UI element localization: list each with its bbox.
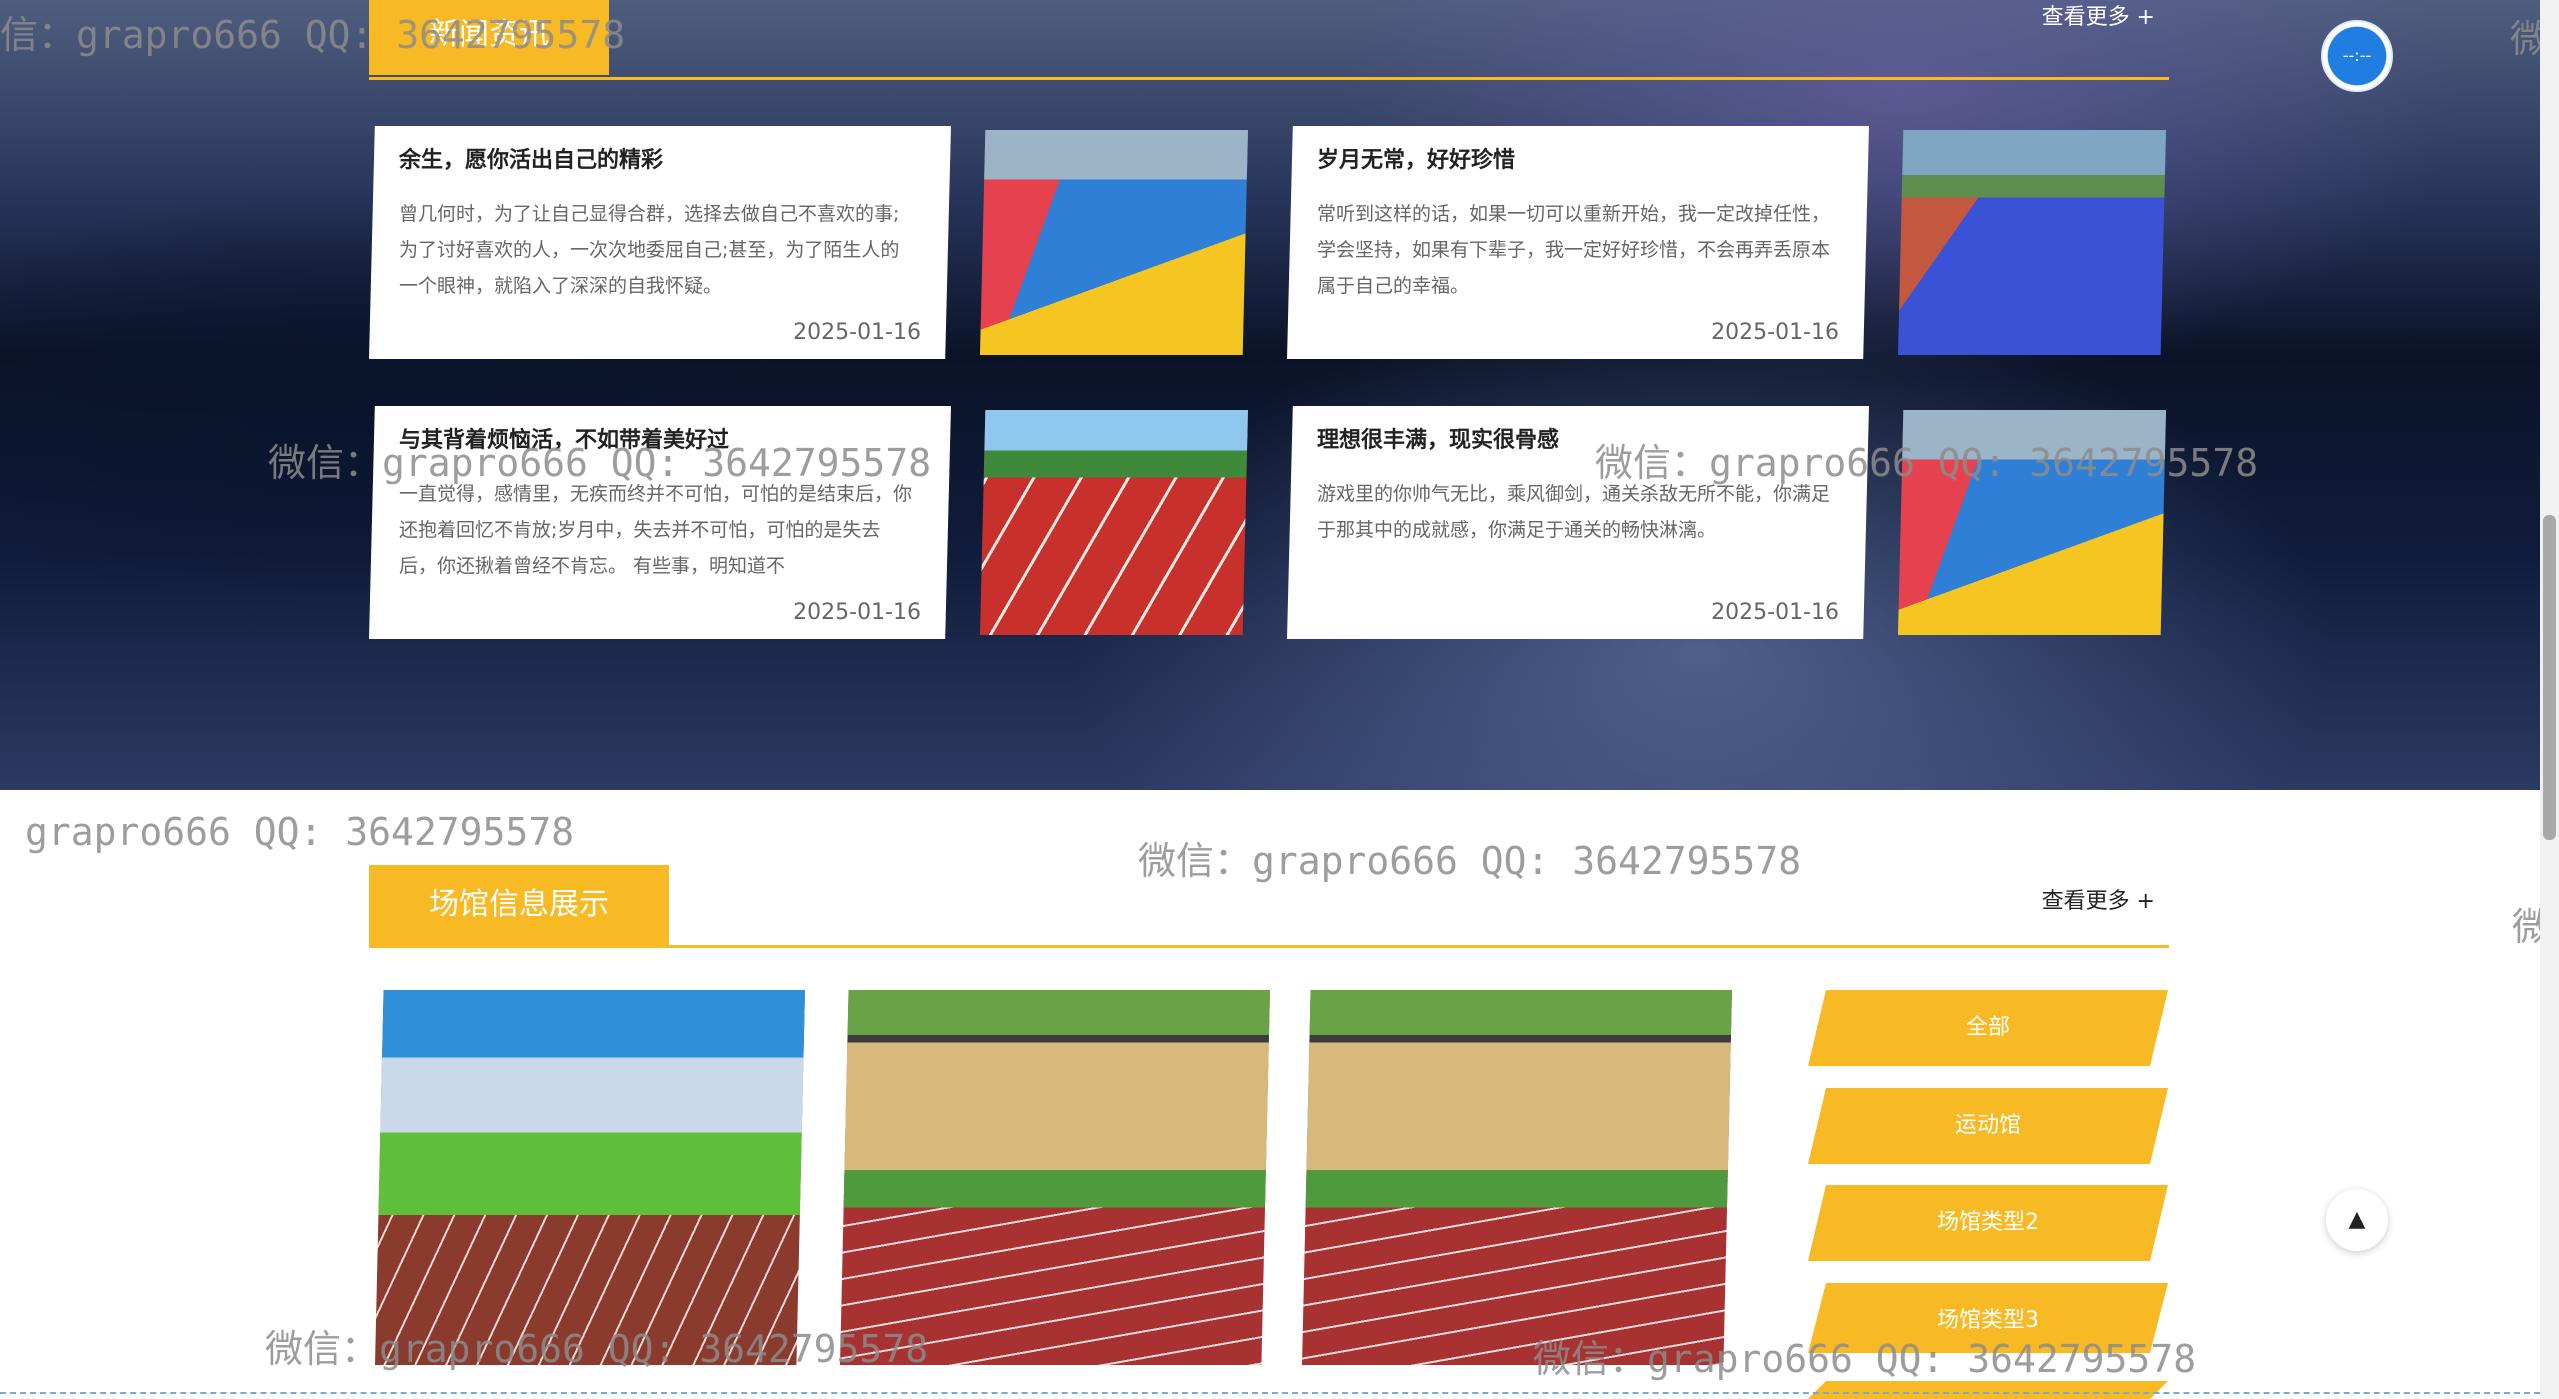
arrow-up-icon: ▲ — [2348, 1207, 2366, 1232]
news-thumbnail[interactable] — [980, 130, 1248, 355]
news-header: 新闻资讯 查看更多 + — [369, 0, 2169, 80]
venue-image[interactable] — [375, 990, 805, 1365]
news-thumbnail[interactable] — [980, 410, 1248, 635]
watermark: grapro666 QQ: 3642795578 — [25, 810, 575, 854]
venue-image[interactable] — [1302, 990, 1732, 1365]
venue-image[interactable] — [840, 990, 1270, 1365]
floating-clock-button[interactable]: --:-- — [2321, 20, 2393, 92]
scrollbar-thumb[interactable] — [2543, 515, 2556, 840]
news-title[interactable]: 余生，愿你活出自己的精彩 — [399, 142, 915, 174]
news-summary: 一直觉得，感情里，无疾而终并不可怕，可怕的是结束后，你还抱着回忆不肯放;岁月中，… — [399, 483, 913, 577]
venue-more-link[interactable]: 查看更多 + — [2042, 883, 2155, 915]
news-section: 新闻资讯 查看更多 + 余生，愿你活出自己的精彩 曾几何时，为了让自己显得合群，… — [0, 0, 2540, 790]
venue-section-title: 场馆信息展示 — [369, 865, 669, 945]
news-title[interactable]: 岁月无常，好好珍惜 — [1317, 142, 1833, 174]
news-date: 2025-01-16 — [793, 600, 921, 625]
scrollbar[interactable] — [2540, 0, 2559, 1399]
news-summary: 常听到这样的话，如果一切可以重新开始，我一定改掉任性，学会坚持，如果有下辈子，我… — [1317, 203, 1831, 297]
news-card[interactable]: 理想很丰满，现实很骨感 游戏里的你帅气无比，乘风御剑，通关杀敌无所不能，你满足于… — [1287, 406, 1869, 639]
news-card[interactable]: 与其背着烦恼活，不如带着美好过 一直觉得，感情里，无疾而终并不可怕，可怕的是结束… — [369, 406, 951, 639]
news-title[interactable]: 与其背着烦恼活，不如带着美好过 — [399, 422, 915, 454]
back-to-top-button[interactable]: ▲ — [2326, 1189, 2388, 1251]
filter-button-all[interactable]: 全部 — [1808, 990, 2168, 1066]
news-more-link[interactable]: 查看更多 + — [2042, 0, 2155, 31]
news-thumbnail[interactable] — [1898, 410, 2166, 635]
filter-button-partial[interactable] — [1808, 1381, 2168, 1399]
news-date: 2025-01-16 — [1711, 320, 1839, 345]
news-thumbnail[interactable] — [1898, 130, 2166, 355]
filter-button-type2[interactable]: 场馆类型2 — [1808, 1185, 2168, 1261]
dashed-divider — [0, 1392, 2540, 1394]
watermark: 微信 — [2512, 905, 2540, 949]
news-card[interactable]: 岁月无常，好好珍惜 常听到这样的话，如果一切可以重新开始，我一定改掉任性，学会坚… — [1287, 126, 1869, 359]
news-title[interactable]: 理想很丰满，现实很骨感 — [1317, 422, 1833, 454]
news-section-title: 新闻资讯 — [369, 0, 609, 75]
news-date: 2025-01-16 — [1711, 600, 1839, 625]
news-date: 2025-01-16 — [793, 320, 921, 345]
venue-header: 场馆信息展示 查看更多 + — [369, 865, 2169, 948]
news-summary: 游戏里的你帅气无比，乘风御剑，通关杀敌无所不能，你满足于那其中的成就感，你满足于… — [1317, 483, 1831, 541]
filter-button-gym[interactable]: 运动馆 — [1808, 1088, 2168, 1164]
news-card[interactable]: 余生，愿你活出自己的精彩 曾几何时，为了让自己显得合群，选择去做自己不喜欢的事;… — [369, 126, 951, 359]
filter-button-type3[interactable]: 场馆类型3 — [1808, 1283, 2168, 1353]
news-summary: 曾几何时，为了让自己显得合群，选择去做自己不喜欢的事;为了讨好喜欢的人，一次次地… — [399, 203, 900, 297]
